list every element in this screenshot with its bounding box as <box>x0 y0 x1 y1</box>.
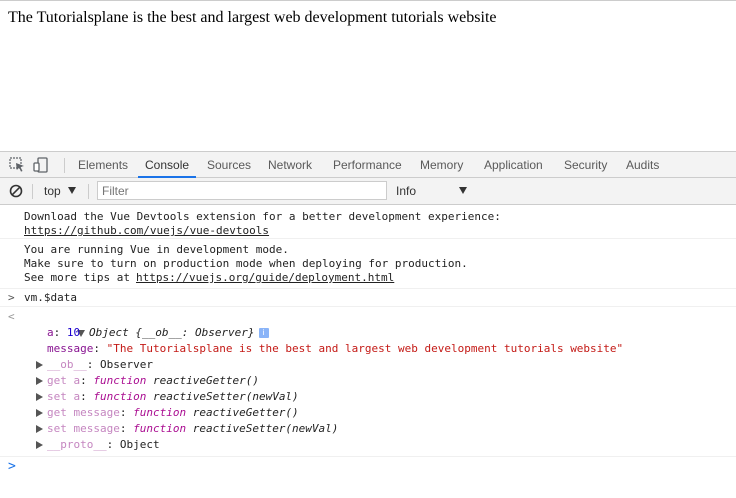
function-keyword: function <box>93 374 147 387</box>
property-key: __proto__ <box>47 438 107 451</box>
message-text-prefix: See more tips at <box>24 271 137 284</box>
property-proto[interactable]: __proto__: Object <box>36 437 160 453</box>
tab-security[interactable]: Security <box>564 152 607 178</box>
inspect-element-icon[interactable] <box>9 157 27 173</box>
window-top-border <box>0 0 736 1</box>
console-message: Download the Vue Devtools extension for … <box>0 205 736 239</box>
page-content-text: The Tutorialsplane is the best and large… <box>8 9 497 26</box>
tab-application[interactable]: Application <box>484 152 543 178</box>
command-text: vm.$data <box>24 291 77 304</box>
tab-memory[interactable]: Memory <box>420 152 463 178</box>
chevron-down-icon[interactable] <box>68 187 76 194</box>
property-key: set a <box>47 390 81 403</box>
tab-audits[interactable]: Audits <box>626 152 659 178</box>
context-selector[interactable]: top <box>44 178 61 204</box>
property-value: Observer <box>100 358 153 371</box>
filterbar-divider <box>32 184 33 199</box>
property-key: get message <box>47 406 120 419</box>
function-keyword: function <box>133 422 187 435</box>
function-keyword: function <box>93 390 147 403</box>
console-filterbar: top Info <box>0 178 736 205</box>
tab-network[interactable]: Network <box>268 152 312 178</box>
function-name: reactiveGetter() <box>152 374 259 387</box>
function-name: reactiveSetter(newVal) <box>192 422 339 435</box>
property-key: get a <box>47 374 81 387</box>
devtools-panel: Elements Console Sources Network Perform… <box>0 151 736 498</box>
function-name: reactiveGetter() <box>192 406 299 419</box>
property-key: a <box>47 326 54 339</box>
property-ob[interactable]: __ob__: Observer <box>36 357 153 373</box>
property-get-message[interactable]: get message: function reactiveGetter() <box>36 405 299 421</box>
property-set-a[interactable]: set a: function reactiveSetter(newVal) <box>36 389 299 405</box>
function-keyword: function <box>133 406 187 419</box>
property-value: 10 <box>66 326 81 339</box>
device-toolbar-icon[interactable] <box>33 157 51 173</box>
chevron-left-icon: < <box>8 310 15 323</box>
expand-triangle-icon[interactable] <box>36 441 43 449</box>
expand-triangle-icon[interactable] <box>36 361 43 369</box>
property-get-a[interactable]: get a: function reactiveGetter() <box>36 373 259 389</box>
tab-console[interactable]: Console <box>138 152 197 178</box>
property-key: set message <box>47 422 120 435</box>
console-result: < Object {__ob__: Observer} i a: 10 messa… <box>0 307 736 457</box>
property-message: message: "The Tutorialsplane is the best… <box>47 342 624 355</box>
devtools-link[interactable]: https://github.com/vuejs/vue-devtools <box>24 223 269 239</box>
filterbar-divider <box>88 184 89 199</box>
tab-sources[interactable]: Sources <box>207 152 251 178</box>
tab-performance[interactable]: Performance <box>333 152 402 178</box>
chevron-right-icon: > <box>8 291 15 304</box>
toolbar-divider <box>64 158 65 173</box>
property-a: a: 10 <box>47 326 81 339</box>
devtools-tabbar: Elements Console Sources Network Perform… <box>0 151 736 178</box>
expand-triangle-icon[interactable] <box>36 377 43 385</box>
console-input-echo: > vm.$data <box>0 289 736 307</box>
property-value: "The Tutorialsplane is the best and larg… <box>106 342 624 355</box>
deployment-link[interactable]: https://vuejs.org/guide/deployment.html <box>136 270 394 286</box>
prompt-chevron-icon: > <box>8 459 16 474</box>
info-icon[interactable]: i <box>258 328 269 338</box>
expand-triangle-icon[interactable] <box>36 409 43 417</box>
property-key: __ob__ <box>47 358 87 371</box>
function-name: reactiveSetter(newVal) <box>152 390 299 403</box>
property-value: Object <box>119 438 160 451</box>
chevron-down-icon[interactable] <box>459 187 467 194</box>
tab-elements[interactable]: Elements <box>78 152 128 178</box>
clear-console-icon[interactable] <box>8 183 26 199</box>
object-header[interactable]: Object {__ob__: Observer} i <box>24 309 269 339</box>
property-key: message <box>47 342 94 355</box>
expand-triangle-icon[interactable] <box>36 425 43 433</box>
console-message: You are running Vue in development mode.… <box>0 239 736 289</box>
filter-input[interactable] <box>97 181 387 200</box>
log-level-selector[interactable]: Info <box>396 178 416 204</box>
object-summary: Object {__ob__: Observer} <box>88 326 255 339</box>
expand-triangle-icon[interactable] <box>36 393 43 401</box>
property-set-message[interactable]: set message: function reactiveSetter(new… <box>36 421 338 437</box>
console-prompt[interactable]: > <box>0 457 736 477</box>
